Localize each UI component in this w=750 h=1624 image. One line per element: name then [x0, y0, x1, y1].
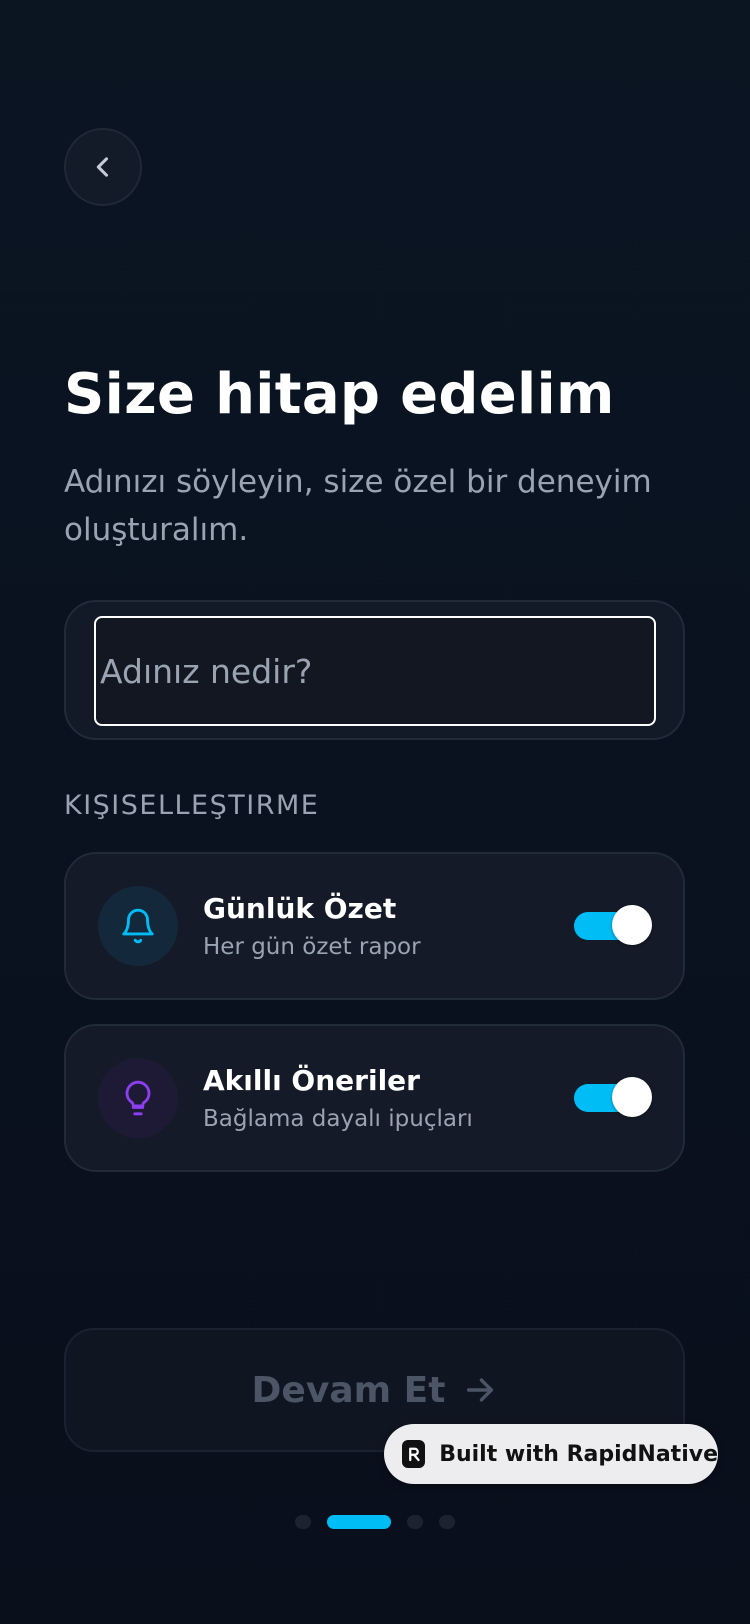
smart-suggestions-toggle[interactable]	[574, 1077, 652, 1117]
lightbulb-icon-wrap	[98, 1058, 178, 1138]
pagination-dot	[407, 1515, 423, 1529]
arrow-right-icon	[467, 1378, 494, 1402]
pagination-dot	[439, 1515, 455, 1529]
option-description: Bağlama dayalı ipuçları	[203, 1106, 473, 1132]
name-input[interactable]	[94, 616, 656, 726]
back-button[interactable]	[64, 128, 142, 206]
bell-icon-wrap	[98, 886, 178, 966]
page-title: Size hitap edelim	[64, 362, 615, 427]
page-subtitle: Adınızı söyleyin, size özel bir deneyim …	[64, 464, 652, 548]
option-card-daily-summary[interactable]: Günlük Özet Her gün özet rapor	[64, 852, 685, 1000]
section-label-personalization: KIŞISELLEŞTIRME	[64, 790, 320, 821]
toggle-knob	[612, 1077, 652, 1117]
pagination-dots	[0, 1514, 750, 1530]
chevron-left-icon	[96, 157, 109, 177]
option-title: Akıllı Öneriler	[203, 1064, 420, 1097]
daily-summary-toggle[interactable]	[574, 905, 652, 945]
toggle-knob	[612, 905, 652, 945]
pagination-dot-active	[327, 1515, 391, 1529]
rapidnative-logo-icon	[402, 1440, 426, 1468]
option-card-smart-suggestions[interactable]: Akıllı Öneriler Bağlama dayalı ipuçları	[64, 1024, 685, 1172]
badge-text: Built with RapidNative	[439, 1441, 718, 1467]
pagination-dot	[295, 1515, 311, 1529]
option-title: Günlük Özet	[203, 892, 397, 925]
name-input-card	[64, 600, 685, 740]
bell-icon	[122, 908, 154, 944]
built-with-badge[interactable]: Built with RapidNative	[384, 1424, 718, 1484]
lightbulb-icon	[125, 1080, 151, 1116]
option-description: Her gün özet rapor	[203, 934, 421, 960]
continue-label: Devam Et	[251, 1369, 446, 1411]
